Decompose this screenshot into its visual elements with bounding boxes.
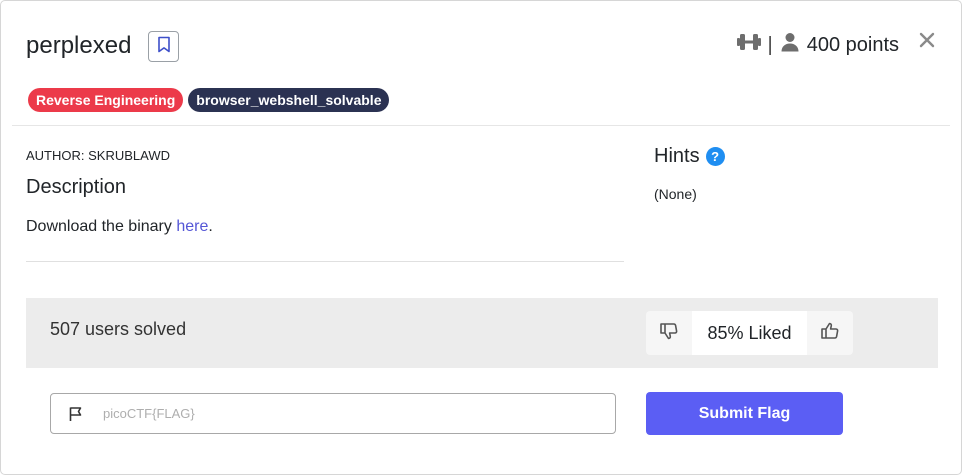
challenge-modal: perplexed | 400 points Reverse Engineeri… — [0, 0, 962, 475]
hints-heading: Hints ? — [654, 145, 725, 168]
help-icon[interactable]: ? — [705, 147, 725, 166]
challenge-meta: | 400 points — [736, 32, 899, 58]
challenge-title: perplexed — [26, 32, 132, 59]
download-link[interactable]: here — [176, 218, 208, 235]
thumbs-down-icon — [659, 321, 679, 346]
solved-count: 507 users solved — [50, 319, 187, 339]
bookmark-icon — [157, 36, 171, 58]
bookmark-button[interactable] — [148, 31, 179, 62]
close-icon — [919, 32, 935, 53]
stats-bar: 507 users solved 85% Liked — [26, 298, 938, 368]
tag-category[interactable]: Reverse Engineering — [28, 88, 184, 112]
hints-value: (None) — [654, 186, 697, 202]
dislike-button[interactable] — [646, 311, 692, 355]
description-text: Download the binary here. — [26, 218, 213, 236]
flag-icon — [51, 406, 101, 422]
flag-field[interactable] — [50, 393, 616, 434]
header-divider — [12, 125, 950, 126]
description-prefix: Download the binary — [26, 218, 177, 235]
points-label: 400 points — [806, 33, 899, 56]
description-heading: Description — [26, 176, 127, 198]
thumbs-up-icon — [820, 321, 840, 346]
description-divider — [26, 261, 624, 262]
like-control: 85% Liked — [646, 311, 853, 355]
flag-input[interactable] — [101, 405, 585, 422]
user-icon — [781, 32, 799, 58]
submit-flag-button[interactable]: Submit Flag — [646, 392, 843, 435]
like-button[interactable] — [807, 311, 853, 355]
meta-separator: | — [767, 33, 773, 56]
description-suffix: . — [208, 218, 213, 235]
author-label: AUTHOR: SKRUBLAWD — [26, 148, 170, 163]
tag-webshell[interactable]: browser_webshell_solvable — [188, 88, 390, 112]
tag-list: Reverse Engineering browser_webshell_sol… — [28, 88, 390, 112]
close-button[interactable] — [917, 31, 937, 53]
dumbbell-icon — [736, 32, 762, 58]
liked-percentage: 85% Liked — [692, 311, 807, 355]
hints-title: Hints — [654, 145, 700, 167]
